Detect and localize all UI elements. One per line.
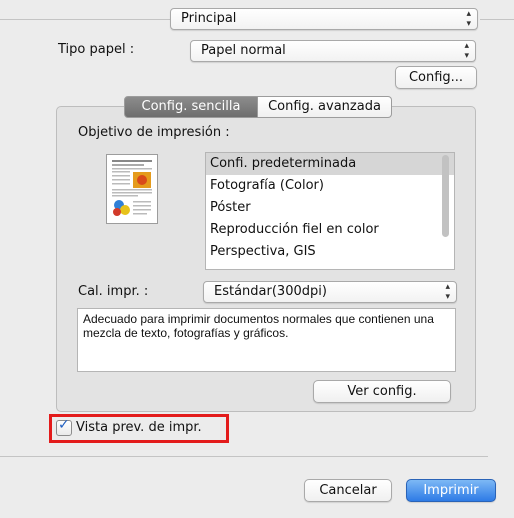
top-separator-right: [480, 19, 514, 20]
bottom-separator: [0, 456, 488, 457]
list-item[interactable]: Póster: [206, 197, 454, 219]
tab-advanced-config[interactable]: Config. avanzada: [258, 96, 392, 118]
principal-popup[interactable]: Principal ▴ ▾: [170, 8, 478, 30]
updown-chevron-icon: ▴ ▾: [445, 282, 450, 302]
list-scrollbar-thumb[interactable]: [442, 155, 449, 237]
list-item[interactable]: Perspectiva, GIS: [206, 241, 454, 263]
paper-type-label: Tipo papel :: [58, 42, 135, 57]
quality-popup[interactable]: Estándar(300dpi) ▴ ▾: [203, 281, 457, 303]
updown-chevron-icon: ▴ ▾: [464, 41, 469, 61]
config-button[interactable]: Config...: [395, 66, 477, 89]
list-item[interactable]: Fotografía (Color): [206, 175, 454, 197]
tab-simple-config[interactable]: Config. sencilla: [124, 96, 258, 118]
checkmark-icon: ✓: [58, 417, 70, 433]
print-button[interactable]: Imprimir: [406, 479, 496, 502]
paper-type-popup[interactable]: Papel normal ▴ ▾: [190, 40, 476, 62]
principal-popup-value: Principal: [181, 11, 237, 26]
preview-checkbox-label: Vista prev. de impr.: [76, 420, 202, 435]
document-thumbnail-icon: [106, 154, 158, 224]
preview-checkbox-row[interactable]: ✓ Vista prev. de impr.: [56, 417, 202, 437]
cancel-button[interactable]: Cancelar: [304, 479, 392, 502]
description-text: Adecuado para imprimir documentos normal…: [77, 308, 456, 372]
quality-label: Cal. impr. :: [78, 284, 149, 299]
preview-checkbox[interactable]: ✓: [56, 417, 72, 436]
top-separator-left: [0, 19, 170, 20]
updown-chevron-icon: ▴ ▾: [466, 9, 471, 29]
list-item[interactable]: Reproducción fiel en color: [206, 219, 454, 241]
list-item[interactable]: Confi. predeterminada: [206, 153, 454, 175]
quality-value: Estándar(300dpi): [214, 284, 327, 299]
view-config-button[interactable]: Ver config.: [313, 380, 451, 403]
objective-list[interactable]: Confi. predeterminada Fotografía (Color)…: [205, 152, 455, 270]
objective-label: Objetivo de impresión :: [78, 125, 230, 140]
paper-type-value: Papel normal: [201, 43, 286, 58]
